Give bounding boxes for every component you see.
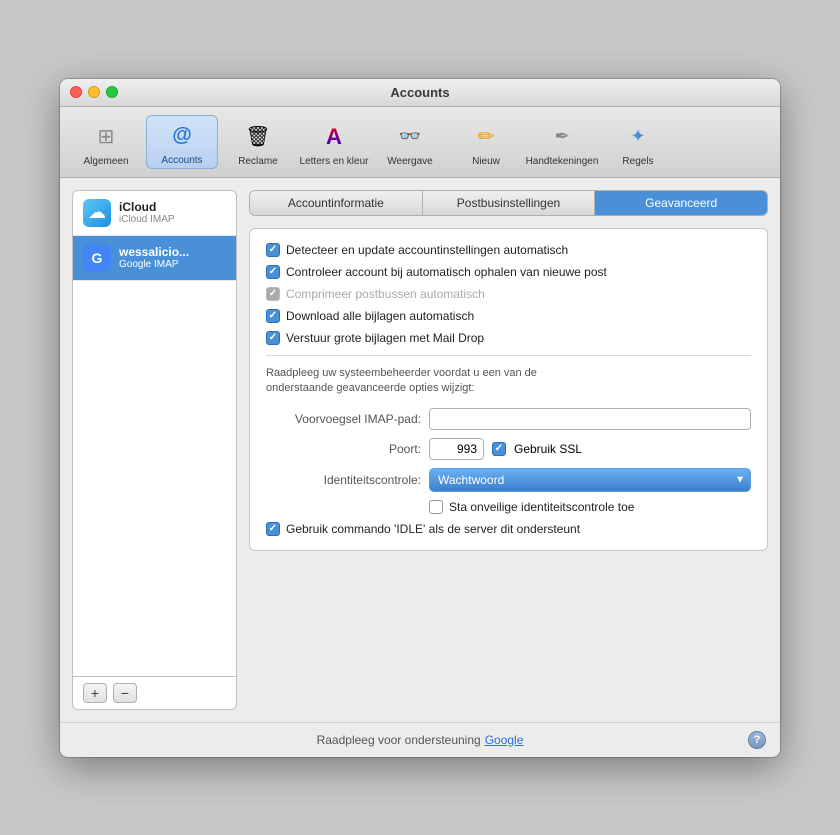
toolbar-label-weergave: Weergave [387,156,432,167]
toolbar-item-algemeen[interactable]: Algemeen [70,117,142,169]
main-window: Accounts Algemeen Accounts Reclame Lette… [60,79,780,757]
account-item-google[interactable]: G wessalicio... Google IMAP [73,236,236,281]
checkbox-mail-drop-box[interactable] [266,331,280,345]
handtekeningen-icon [546,121,578,153]
tabs-bar: Accountinformatie Postbusinstellingen Ge… [249,190,768,216]
google-account-name: wessalicio... [119,245,189,259]
checkbox-mail-drop-label: Verstuur grote bijlagen met Mail Drop [286,331,484,345]
checkbox-compress-box [266,287,280,301]
toolbar-item-letters[interactable]: Letters en kleur [298,117,370,169]
toolbar-label-reclame: Reclame [238,156,277,167]
general-icon [90,121,122,153]
footer: Raadpleeg voor ondersteuning Google ? [60,722,780,757]
idle-label: Gebruik commando 'IDLE' als de server di… [286,522,580,536]
add-account-button[interactable]: + [83,683,107,703]
form-label-identiteitscontrole: Identiteitscontrole: [266,473,421,487]
checkbox-check-account-box[interactable] [266,265,280,279]
tab-geavanceerd[interactable]: Geavanceerd [595,191,767,215]
checkbox-auto-detect[interactable]: Detecteer en update accountinstellingen … [266,243,751,257]
footer-link[interactable]: Google [485,733,524,747]
checkbox-compress: Comprimeer postbussen automatisch [266,287,751,301]
checkbox-unsafe-auth-box[interactable] [429,500,443,514]
idle-row[interactable]: Gebruik commando 'IDLE' als de server di… [266,522,751,536]
footer-text: Raadpleeg voor ondersteuning [317,733,481,747]
main-content: ☁ iCloud iCloud IMAP G wessalicio... Goo… [60,178,780,722]
title-bar: Accounts [60,79,780,107]
toolbar-item-regels[interactable]: Regels [602,117,674,169]
window-title: Accounts [390,85,449,100]
checkbox-idle-box[interactable] [266,522,280,536]
form-row-unsafe-auth: Sta onveilige identiteitscontrole toe [429,500,751,514]
zoom-button[interactable] [106,86,118,98]
advisory-text: Raadpleeg uw systeembeheerder voordat u … [266,366,751,397]
checkbox-check-account-label: Controleer account bij automatisch ophal… [286,265,607,279]
checkbox-ssl-box[interactable] [492,442,506,456]
form-label-poort: Poort: [266,442,421,456]
tab-accountinformatie[interactable]: Accountinformatie [250,191,423,215]
checkbox-mail-drop[interactable]: Verstuur grote bijlagen met Mail Drop [266,331,751,345]
toolbar-label-letters: Letters en kleur [300,156,369,167]
toolbar-item-handtekeningen[interactable]: Handtekeningen [526,117,598,169]
form-row-imap-pad: Voorvoegsel IMAP-pad: [266,408,751,430]
toolbar-label-regels: Regels [622,156,653,167]
regels-icon [622,121,654,153]
letters-icon [318,121,350,153]
icloud-account-type: iCloud IMAP [119,214,175,225]
toolbar-item-nieuw[interactable]: Nieuw [450,117,522,169]
google-account-type: Google IMAP [119,259,189,270]
detail-panel: Accountinformatie Postbusinstellingen Ge… [249,190,768,710]
unsafe-auth-label: Sta onveilige identiteitscontrole toe [449,500,634,514]
checkbox-download-attach[interactable]: Download alle bijlagen automatisch [266,309,751,323]
poort-input[interactable] [429,438,484,460]
reclame-icon [242,121,274,153]
tab-postbusinstellingen[interactable]: Postbusinstellingen [423,191,596,215]
port-row: Gebruik SSL [429,438,582,460]
checkbox-auto-detect-box[interactable] [266,243,280,257]
toolbar-label-nieuw: Nieuw [472,156,500,167]
checkbox-unsafe-auth[interactable]: Sta onveilige identiteitscontrole toe [429,500,634,514]
toolbar-label-accounts: Accounts [161,155,202,166]
imap-pad-input[interactable] [429,408,751,430]
account-item-icloud[interactable]: ☁ iCloud iCloud IMAP [73,191,236,236]
accounts-sidebar: ☁ iCloud iCloud IMAP G wessalicio... Goo… [72,190,237,710]
accounts-icon [166,120,198,152]
nieuw-icon [470,121,502,153]
divider-1 [266,355,751,356]
checkbox-compress-label: Comprimeer postbussen automatisch [286,287,485,301]
remove-account-button[interactable]: − [113,683,137,703]
sidebar-spacer [73,281,236,676]
icloud-account-name: iCloud [119,200,175,214]
minimize-button[interactable] [88,86,100,98]
toolbar-item-accounts[interactable]: Accounts [146,115,218,169]
checkbox-check-account[interactable]: Controleer account bij automatisch ophal… [266,265,751,279]
traffic-lights [70,86,118,98]
settings-panel: Detecteer en update accountinstellingen … [249,228,768,552]
identiteitscontrole-wrapper: Wachtwoord MD5 NTLM Kerberos ▼ [429,468,751,492]
help-button[interactable]: ? [748,731,766,749]
icloud-icon: ☁ [83,199,111,227]
form-label-imap-pad: Voorvoegsel IMAP-pad: [266,412,421,426]
google-icon: G [83,244,111,272]
toolbar-label-algemeen: Algemeen [83,156,128,167]
toolbar: Algemeen Accounts Reclame Letters en kle… [60,107,780,178]
identiteitscontrole-select[interactable]: Wachtwoord MD5 NTLM Kerberos [429,468,751,492]
checkbox-download-attach-label: Download alle bijlagen automatisch [286,309,474,323]
google-account-text: wessalicio... Google IMAP [119,245,189,270]
form-row-identiteitscontrole: Identiteitscontrole: Wachtwoord MD5 NTLM… [266,468,751,492]
form-row-poort: Poort: Gebruik SSL [266,438,751,460]
ssl-label: Gebruik SSL [514,442,582,456]
sidebar-buttons: + − [73,676,236,709]
close-button[interactable] [70,86,82,98]
weergave-icon [394,121,426,153]
icloud-account-text: iCloud iCloud IMAP [119,200,175,225]
checkbox-download-attach-box[interactable] [266,309,280,323]
checkbox-auto-detect-label: Detecteer en update accountinstellingen … [286,243,568,257]
toolbar-label-handtekeningen: Handtekeningen [526,156,599,167]
toolbar-item-reclame[interactable]: Reclame [222,117,294,169]
toolbar-item-weergave[interactable]: Weergave [374,117,446,169]
